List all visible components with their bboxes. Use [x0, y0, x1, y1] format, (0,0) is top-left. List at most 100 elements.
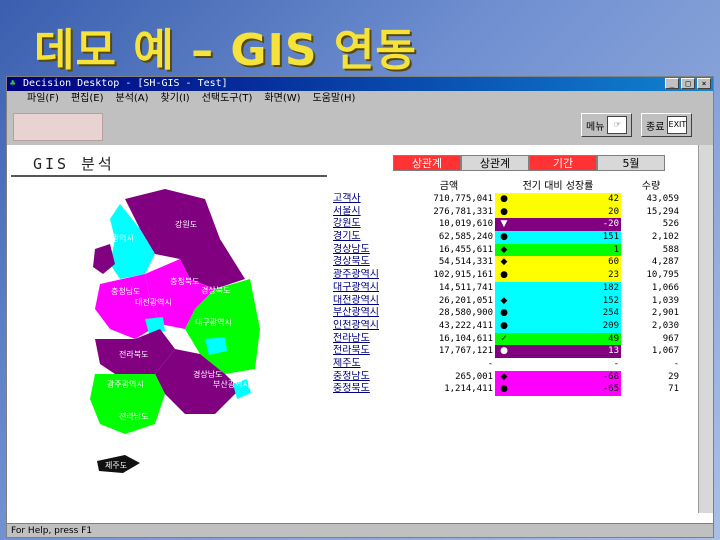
map-label-jeju: 제주도 [105, 461, 127, 470]
header-growth: 전기 대비 성장률 [522, 181, 594, 192]
table-row[interactable]: 경상남도 16,455,611 ◆ 1 588 [333, 243, 693, 257]
table-row[interactable]: 대구광역시 14,511,741 182 1,066 [333, 281, 693, 295]
table-row[interactable]: 대전광역시 26,201,051 ◆ 152 1,039 [333, 294, 693, 308]
row-name: 경기도 [333, 231, 361, 243]
table-row[interactable]: 전라북도 17,767,121 ● 13 1,067 [333, 345, 693, 358]
menu-item-6[interactable]: 도움말(H) [313, 91, 356, 107]
toolbar-panel [13, 113, 103, 141]
table-row[interactable]: 경상북도 54,514,331 ◆ 60 4,287 [333, 256, 693, 270]
row-trend-icon: ✓ [495, 332, 513, 346]
title-divider [11, 175, 327, 177]
menu-item-1[interactable]: 편집(E) [71, 91, 104, 107]
row-quantity: 2,030 [651, 320, 679, 331]
vertical-scrollbar[interactable] [698, 145, 713, 513]
table-row[interactable]: 경기도 62,585,240 ● 151 2,102 [333, 231, 693, 244]
row-amount: 265,001 [455, 371, 493, 382]
app-window: ♣ Decision Desktop - [SH-GIS - Test] _ □… [6, 76, 714, 538]
row-name: 전라남도 [333, 332, 370, 344]
menu-item-3[interactable]: 찾기(I) [161, 91, 190, 107]
map-label-jeonbuk: 전라북도 [119, 349, 148, 359]
row-quantity: 15,294 [646, 206, 679, 217]
row-amount: 17,767,121 [438, 346, 493, 357]
row-name: 고객사 [333, 193, 361, 204]
map-label-gwangju: 광주광역시 [107, 379, 144, 389]
tab-0[interactable]: 상관계 [393, 155, 461, 171]
app-icon: ♣ [10, 79, 16, 89]
menu-button[interactable]: 메뉴 ☞ [581, 113, 633, 137]
table-row[interactable]: 충청남도 265,001 ◆ -68 29 [333, 370, 693, 384]
row-growth: 151 [513, 231, 621, 244]
slide-title: 데모 예 – GIS 연동 [34, 25, 417, 76]
table-row[interactable]: 광주광역시 102,915,161 ● 23 10,795 [333, 269, 693, 282]
tab-3[interactable]: 5월 [597, 155, 665, 171]
row-name: 경상남도 [333, 243, 370, 255]
row-amount: 10,019,610 [438, 219, 493, 230]
table-row[interactable]: 부산광역시 28,580,900 ● 254 2,901 [333, 307, 693, 320]
window-titlebar[interactable]: ♣ Decision Desktop - [SH-GIS - Test] _ □… [7, 77, 713, 91]
row-quantity: 71 [668, 384, 679, 395]
row-growth: 1 [513, 243, 621, 257]
row-trend-icon: ● [495, 231, 513, 244]
row-quantity: 1,066 [651, 282, 679, 293]
row-trend-icon: ● [495, 345, 513, 358]
table-row[interactable]: 제주도 - - - [333, 357, 693, 371]
table-row[interactable]: 서울시 276,781,331 ● 20 15,294 [333, 205, 693, 219]
grid-rows: 고객사 710,775,041 ● 42 43,059 서울시 276,781,331 ● 20… [333, 193, 693, 396]
menu-item-2[interactable]: 분석(A) [116, 91, 149, 107]
row-trend-icon: ● [495, 319, 513, 333]
row-name: 대전광역시 [333, 294, 379, 306]
table-row[interactable]: 강원도 10,019,610 ▼ -20 526 [333, 218, 693, 232]
row-growth: 20 [513, 205, 621, 219]
table-row[interactable]: 인천광역시 43,222,411 ● 209 2,030 [333, 319, 693, 333]
minimize-button[interactable]: _ [665, 78, 679, 89]
map-label-gyeongbuk: 경상북도 [201, 285, 230, 295]
row-name: 대구광역시 [333, 281, 379, 293]
menu-item-4[interactable]: 선택도구(T) [202, 91, 253, 107]
row-trend-icon: ● [495, 205, 513, 219]
menu-item-5[interactable]: 화면(W) [264, 91, 300, 107]
row-growth: - [513, 357, 621, 371]
header-spacer [333, 181, 403, 193]
row-trend-icon: ◆ [495, 294, 513, 308]
korea-map[interactable]: 강원도 인천광역시 충청북도 충청남도 대전광역시 경상북도 대구광역시 전라북… [15, 179, 315, 479]
exit-button[interactable]: 종료 EXIT [641, 113, 693, 137]
table-row[interactable]: 전라남도 16,104,611 ✓ 49 967 [333, 332, 693, 346]
row-quantity: 4,287 [651, 257, 679, 268]
row-trend-icon: ◆ [495, 243, 513, 257]
map-label-daejeon: 대전광역시 [135, 297, 172, 307]
row-amount: 28,580,900 [438, 308, 493, 319]
row-growth: -65 [513, 383, 621, 396]
map-region-incheon[interactable] [93, 244, 115, 274]
tab-2[interactable]: 기간 [529, 155, 597, 171]
maximize-button[interactable]: □ [681, 78, 695, 89]
row-amount: 26,201,051 [438, 295, 493, 306]
map-label-daegu: 대구광역시 [195, 317, 232, 327]
row-name: 서울시 [333, 205, 361, 217]
menu-item-0[interactable]: 파일(F) [27, 91, 59, 107]
close-button[interactable]: × [697, 78, 711, 89]
row-trend-icon [495, 357, 513, 371]
row-trend-icon: ◆ [495, 370, 513, 384]
row-growth: -68 [513, 370, 621, 384]
row-quantity: 588 [662, 244, 679, 255]
tab-1[interactable]: 상관계 [461, 155, 529, 171]
pointer-icon: ☞ [607, 116, 628, 134]
row-amount: 102,915,161 [433, 270, 493, 281]
status-bar: For Help, press F1 [7, 523, 713, 537]
window-title: Decision Desktop - [SH-GIS - Test] [23, 78, 228, 89]
row-amount: 16,455,611 [438, 244, 493, 255]
row-name: 제주도 [333, 357, 361, 369]
row-growth: 49 [513, 332, 621, 346]
table-row[interactable]: 고객사 710,775,041 ● 42 43,059 [333, 193, 693, 206]
row-quantity: 1,039 [651, 295, 679, 306]
row-name: 부산광역시 [333, 307, 379, 319]
table-row[interactable]: 충청북도 1,214,411 ● -65 71 [333, 383, 693, 396]
row-growth: 182 [513, 281, 621, 295]
header-amount: 금액 [439, 181, 459, 192]
row-trend-icon [495, 281, 513, 295]
map-label-jeonnam: 전라남도 [119, 411, 148, 421]
row-quantity: - [673, 358, 679, 369]
row-growth: 254 [513, 307, 621, 320]
row-amount: 16,104,611 [438, 333, 493, 344]
map-label-chungnam: 충청남도 [111, 287, 140, 296]
